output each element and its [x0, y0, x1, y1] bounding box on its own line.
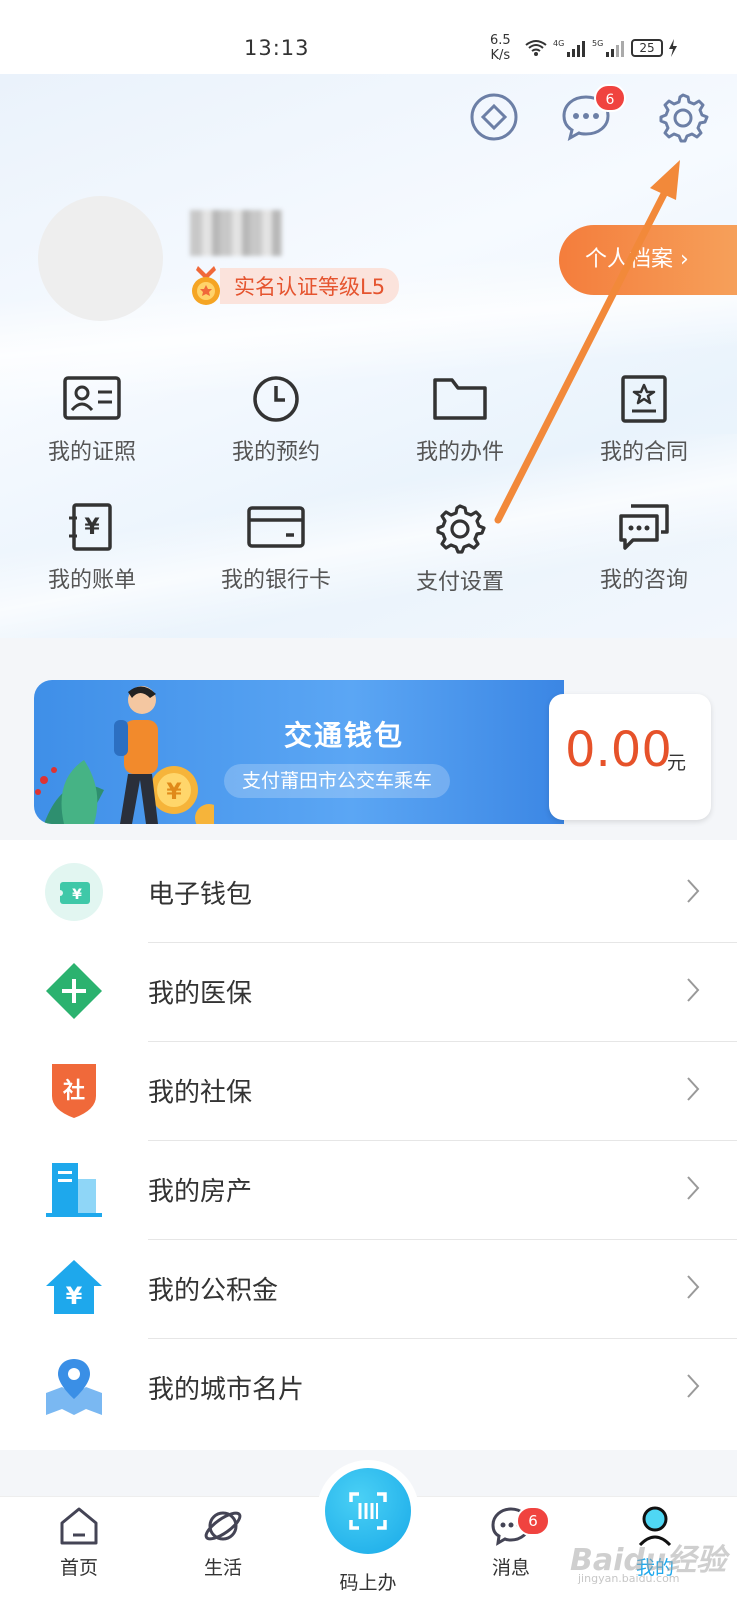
- network-speed: 6.5 K/s: [490, 33, 511, 63]
- username-blurred: [190, 210, 282, 256]
- personal-archive-button[interactable]: 个人档案 ›: [559, 225, 737, 295]
- avatar[interactable]: [38, 196, 163, 321]
- transit-wallet-card[interactable]: ¥ 交通钱包 支付莆田市公交车乘车 0.00 元: [34, 680, 711, 824]
- list-item-medical-insurance[interactable]: 我的医保: [0, 943, 737, 1042]
- certification-label: 实名认证等级L5: [220, 268, 400, 304]
- profile-header: 实名认证等级L5 个人档案 › 我的证照 我的预约 我的办件 我的合同 ¥ 我的…: [0, 74, 737, 638]
- wallet-balance[interactable]: 0.00 元: [549, 694, 711, 820]
- tab-messages-badge: 6: [516, 1506, 550, 1536]
- clock-icon: [253, 376, 299, 422]
- svg-text:5G: 5G: [592, 39, 603, 48]
- grid-item-appointments[interactable]: 我的预约: [196, 374, 356, 466]
- chevron-right-icon: [687, 1077, 700, 1101]
- scan-code-icon: [349, 1492, 387, 1530]
- tab-life[interactable]: 生活: [168, 1505, 278, 1580]
- bill-icon: ¥: [69, 503, 112, 551]
- bank-card-icon: [247, 506, 305, 548]
- medical-insurance-icon: [46, 963, 102, 1019]
- contract-icon: [621, 375, 667, 423]
- diamond-coin-icon[interactable]: [468, 91, 520, 143]
- certification-badge[interactable]: 实名认证等级L5: [188, 266, 400, 305]
- svg-text:4G: 4G: [553, 39, 564, 48]
- status-bar: 13:13 6.5 K/s 4G 5G 25: [0, 0, 737, 74]
- chevron-right-icon: [687, 879, 700, 903]
- list-item-e-wallet[interactable]: ¥ 电子钱包: [0, 844, 737, 943]
- folder-icon: [433, 378, 487, 420]
- gear-icon: [436, 504, 486, 554]
- grid-item-cases[interactable]: 我的办件: [380, 374, 540, 466]
- e-wallet-icon: ¥: [45, 863, 103, 921]
- battery-indicator: 25: [631, 39, 663, 57]
- signal-5g-icon: 5G: [592, 39, 624, 57]
- tab-scan-code[interactable]: [325, 1468, 411, 1554]
- chevron-right-icon: [687, 1176, 700, 1200]
- watermark-url: jingyan.baidu.com: [578, 1572, 680, 1585]
- home-icon: [60, 1507, 98, 1545]
- wallet-amount: 0.00: [565, 722, 672, 778]
- service-list: ¥ 电子钱包 我的医保 社 我的社保 我的房产 ¥ 我的公积金 我的城市名片: [0, 840, 737, 1450]
- list-item-housing-fund[interactable]: ¥ 我的公积金: [0, 1240, 737, 1339]
- svg-text:¥: ¥: [72, 887, 82, 903]
- city-card-icon: [46, 1359, 102, 1415]
- grid-item-bills[interactable]: ¥ 我的账单: [12, 502, 172, 594]
- list-item-social-security[interactable]: 社 我的社保: [0, 1042, 737, 1141]
- wallet-title: 交通钱包: [284, 719, 405, 752]
- housing-fund-icon: ¥: [46, 1260, 102, 1314]
- settings-gear-icon[interactable]: [657, 91, 709, 143]
- chevron-right-icon: [687, 978, 700, 1002]
- tab-home[interactable]: 首页: [24, 1505, 134, 1580]
- svg-text:社: 社: [63, 1078, 85, 1104]
- chevron-right-icon: [687, 1275, 700, 1299]
- grid-item-consultations[interactable]: 我的咨询: [564, 502, 724, 594]
- planet-icon: [204, 1511, 242, 1541]
- wallet-subtitle: 支付莆田市公交车乘车: [224, 764, 451, 798]
- grid-item-payment-settings[interactable]: 支付设置: [380, 502, 540, 596]
- svg-text:¥: ¥: [66, 1282, 83, 1310]
- charging-icon: [669, 39, 677, 57]
- list-item-property[interactable]: 我的房产: [0, 1141, 737, 1240]
- svg-text:¥: ¥: [166, 780, 182, 805]
- svg-text:¥: ¥: [84, 515, 100, 540]
- grid-item-bank-cards[interactable]: 我的银行卡: [196, 502, 356, 594]
- social-security-icon: 社: [52, 1064, 96, 1118]
- signal-4g-icon: 4G: [553, 39, 585, 57]
- wallet-banner: ¥ 交通钱包 支付莆田市公交车乘车: [34, 680, 564, 824]
- medal-icon: [192, 266, 220, 305]
- list-item-city-card[interactable]: 我的城市名片: [0, 1339, 737, 1438]
- status-icons: 4G 5G 25: [524, 38, 678, 58]
- chevron-right-icon: [687, 1374, 700, 1398]
- grid-item-certificates[interactable]: 我的证照: [12, 374, 172, 466]
- tab-scan-code-label: 码上办: [339, 1572, 397, 1594]
- wifi-icon: [525, 40, 547, 56]
- status-time: 13:13: [244, 36, 310, 60]
- id-card-icon: [63, 376, 121, 420]
- consult-icon: [619, 504, 669, 550]
- wallet-unit: 元: [667, 752, 687, 774]
- building-icon: [46, 1163, 102, 1217]
- grid-item-contracts[interactable]: 我的合同: [564, 374, 724, 466]
- message-badge: 6: [594, 84, 626, 112]
- wallet-illustration: ¥: [35, 686, 214, 824]
